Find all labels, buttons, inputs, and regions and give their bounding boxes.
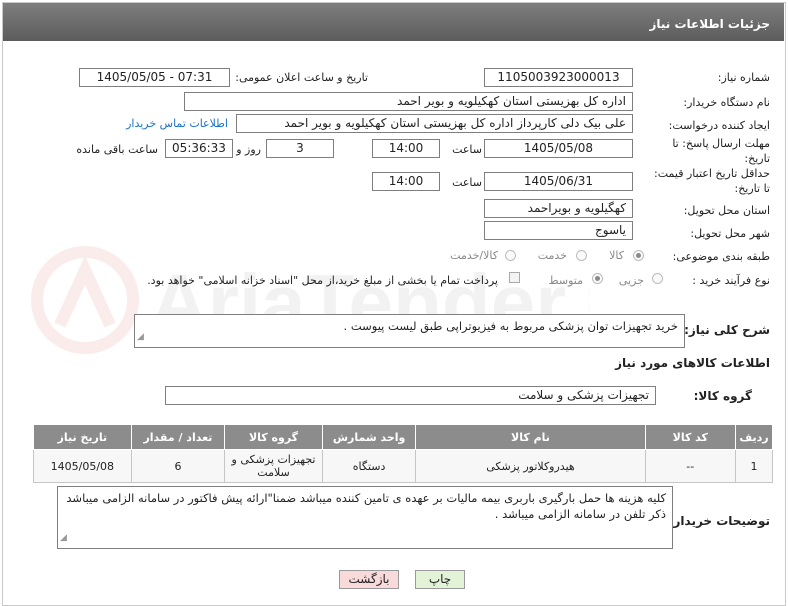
- deadline-date-field: 1405/05/08: [484, 139, 633, 158]
- goods-table-header-row: ردیف کد کالا نام کالا واحد شمارش گروه کا…: [33, 424, 773, 450]
- cell-quantity: 6: [130, 449, 226, 483]
- category-option-goods: کالا: [609, 249, 624, 262]
- announce-datetime-field: 1405/05/05 - 07:31: [79, 68, 230, 87]
- deadline-days-label: روز و: [236, 143, 261, 156]
- goods-table: ردیف کد کالا نام کالا واحد شمارش گروه کا…: [33, 424, 773, 483]
- general-description-text: خرید تجهیزات توان پزشکی مربوط به فیزیوتر…: [343, 319, 678, 333]
- column-header-item-code: کد کالا: [644, 424, 737, 450]
- process-option-minor: جزیی: [618, 274, 644, 287]
- category-option-goods-service: کالا/خدمت: [450, 249, 498, 262]
- buyer-org-field: اداره کل بهزیستی استان کهکیلویه و بویر ا…: [184, 92, 633, 111]
- province-label: استان محل تحویل:: [683, 204, 770, 217]
- buyer-notes-label: توضیحات خریدار:: [668, 514, 770, 528]
- requester-label: ایجاد کننده درخواست:: [668, 119, 770, 132]
- requester-field: علی بیک دلی کارپرداز اداره کل بهزیستی اس…: [236, 114, 633, 133]
- purchase-process-label: نوع فرآیند خرید :: [692, 274, 770, 287]
- city-label: شهر محل تحویل:: [690, 227, 770, 240]
- process-radio-medium[interactable]: [592, 273, 603, 284]
- table-row[interactable]: 1 -- هیدروکلاتور پزشکی دستگاه تجهیزات پز…: [33, 449, 773, 483]
- column-header-unit: واحد شمارش: [321, 424, 417, 450]
- price-validity-time-label: ساعت: [452, 176, 482, 189]
- province-field: کهگیلویه و بویراحمد: [484, 199, 633, 218]
- deadline-label-line2: تاریخ:: [744, 152, 770, 165]
- category-label: طبقه بندی موضوعی:: [672, 250, 770, 263]
- cell-item-code: --: [644, 449, 737, 483]
- page-title: جزئیات اطلاعات نیاز: [649, 17, 770, 31]
- deadline-days-field: 3: [266, 139, 334, 158]
- column-header-item-group: گروه کالا: [224, 424, 323, 450]
- buyer-notes-textarea[interactable]: کلیه هزینه ها حمل بارگیری باربری بیمه ما…: [57, 486, 673, 549]
- goods-group-field: تجهیزات پزشکی و سلامت: [165, 386, 656, 405]
- cell-item-name: هیدروکلاتور پزشکی: [415, 449, 646, 483]
- column-header-quantity: تعداد / مقدار: [130, 424, 226, 450]
- category-radio-goods-service[interactable]: [505, 250, 516, 261]
- treasury-payment-note: پرداخت تمام یا بخشی از مبلغ خرید،از محل …: [147, 274, 498, 287]
- category-radio-goods[interactable]: [633, 250, 644, 261]
- treasury-payment-checkbox[interactable]: [509, 272, 520, 283]
- buyer-contact-link[interactable]: اطلاعات تماس خریدار: [126, 117, 228, 130]
- general-description-textarea[interactable]: خرید تجهیزات توان پزشکی مربوط به فیزیوتر…: [134, 314, 685, 348]
- announce-datetime-label: تاریخ و ساعت اعلان عمومی:: [235, 71, 368, 84]
- deadline-time-label: ساعت: [452, 143, 482, 156]
- cell-unit: دستگاه: [321, 449, 417, 483]
- category-radio-service[interactable]: [576, 250, 587, 261]
- city-field: یاسوج: [484, 221, 633, 240]
- resize-grip-icon[interactable]: ◢: [60, 530, 67, 546]
- process-radio-minor[interactable]: [652, 273, 663, 284]
- cell-row-number: 1: [735, 449, 773, 483]
- column-header-row-number: ردیف: [735, 424, 773, 450]
- resize-grip-icon[interactable]: ◢: [137, 329, 144, 345]
- cell-need-date: 1405/05/08: [33, 449, 132, 483]
- process-option-medium: متوسط: [548, 274, 583, 287]
- general-description-label: شرح کلی نیاز:: [684, 323, 770, 337]
- remaining-time-label: ساعت باقی مانده: [76, 143, 158, 156]
- price-validity-label-line1: حداقل تاریخ اعتبار قیمت:: [654, 167, 770, 180]
- buyer-org-label: نام دستگاه خریدار:: [683, 96, 770, 109]
- deadline-time-field: 14:00: [372, 139, 440, 158]
- goods-group-label: گروه کالا:: [693, 389, 752, 403]
- goods-section-title: اطلاعات کالاهای مورد نیاز: [615, 356, 770, 370]
- page-header: جزئیات اطلاعات نیاز: [3, 3, 784, 41]
- price-validity-time-field: 14:00: [372, 172, 440, 191]
- column-header-item-name: نام کالا: [415, 424, 646, 450]
- back-button[interactable]: بازگشت: [339, 570, 399, 589]
- need-number-label: شماره نیاز:: [717, 71, 770, 84]
- buyer-notes-text: کلیه هزینه ها حمل بارگیری باربری بیمه ما…: [66, 491, 666, 521]
- remaining-time-field: 05:36:33: [165, 139, 233, 158]
- need-number-field: 1105003923000013: [484, 68, 633, 87]
- price-validity-date-field: 1405/06/31: [484, 172, 633, 191]
- cell-item-group: تجهیزات پزشکی و سلامت: [224, 449, 323, 483]
- column-header-need-date: تاریخ نیاز: [33, 424, 132, 450]
- price-validity-label-line2: تا تاریخ:: [734, 182, 770, 195]
- deadline-label-line1: مهلت ارسال پاسخ: تا: [672, 137, 770, 150]
- print-button[interactable]: چاپ: [415, 570, 465, 589]
- category-option-service: خدمت: [537, 249, 567, 262]
